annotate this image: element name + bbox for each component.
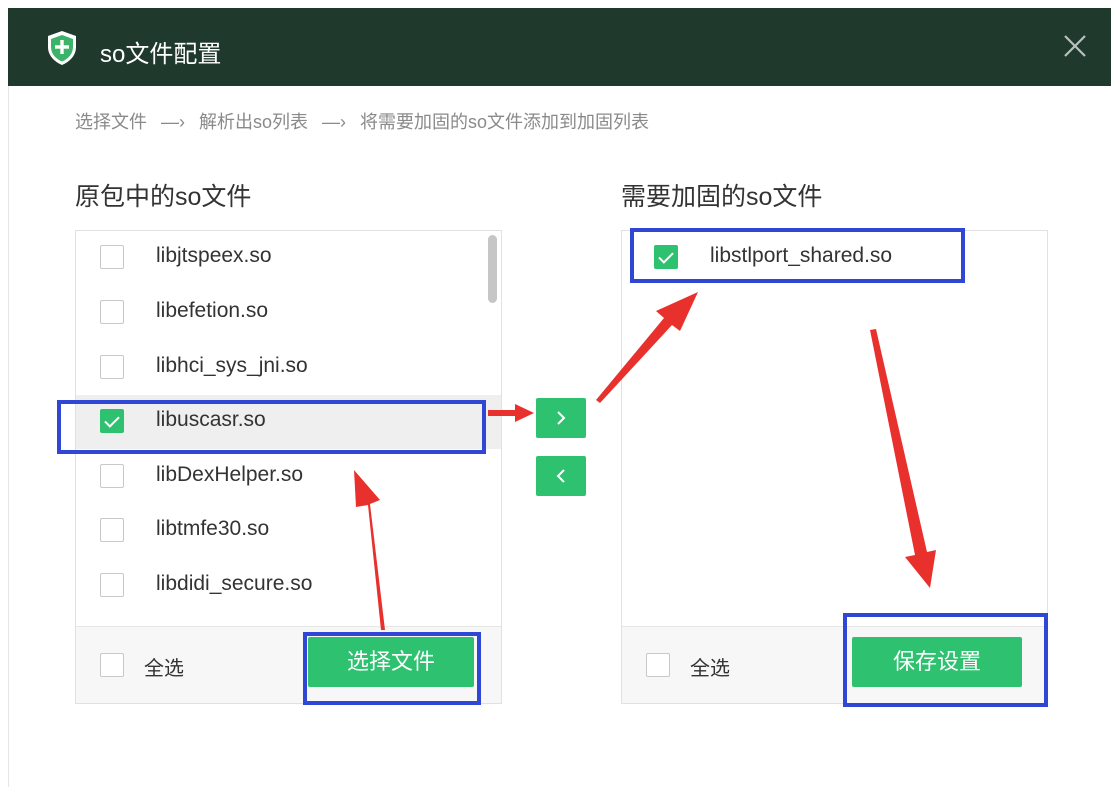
item-name: libjtspeex.so [156, 244, 272, 267]
item-checkbox[interactable] [100, 355, 124, 379]
item-name: libdidi_secure.so [156, 572, 313, 595]
select-all-checkbox[interactable] [646, 653, 670, 677]
move-right-button[interactable] [536, 398, 586, 438]
window-title: so文件配置 [100, 41, 222, 68]
source-so-panel: libjtspeex.so libefetion.so libhci_sys_j… [75, 230, 502, 704]
item-name: libhci_sys_jni.so [156, 354, 308, 377]
target-so-panel: libstlport_shared.so 全选 保存设置 [621, 230, 1048, 704]
list-item[interactable]: libdidi_secure.so [76, 559, 501, 613]
list-item[interactable]: libhci_sys_jni.so [76, 341, 501, 395]
select-all-label[interactable]: 全选 [690, 652, 730, 681]
select-all-label[interactable]: 全选 [144, 652, 184, 681]
list-item[interactable]: libjtspeex.so [76, 231, 501, 285]
target-panel-footer: 全选 保存设置 [622, 626, 1047, 703]
item-checkbox[interactable] [100, 464, 124, 488]
item-checkbox[interactable] [100, 573, 124, 597]
list-scrollbar[interactable] [488, 235, 497, 303]
move-left-button[interactable] [536, 456, 586, 496]
item-name: libDexHelper.so [156, 463, 304, 486]
step-3: 将需要加固的so文件添加到加固列表 [360, 112, 650, 132]
source-panel-footer: 全选 选择文件 [76, 626, 501, 703]
item-checkbox[interactable] [100, 245, 124, 269]
select-file-button[interactable]: 选择文件 [308, 637, 474, 687]
step-1: 选择文件 [75, 112, 147, 132]
close-icon[interactable] [1059, 30, 1091, 62]
select-all-checkbox[interactable] [100, 653, 124, 677]
source-heading: 原包中的so文件 [75, 183, 252, 211]
item-name: libuscasr.so [156, 408, 266, 431]
steps-breadcrumb: 选择文件 —› 解析出so列表 —› 将需要加固的so文件添加到加固列表 [75, 108, 649, 134]
list-item[interactable]: libtmfe30.so [76, 504, 501, 558]
item-checkbox-checked[interactable] [654, 245, 678, 269]
list-item[interactable]: libstlport_shared.so [622, 231, 1047, 285]
save-settings-button[interactable]: 保存设置 [852, 637, 1022, 687]
item-name: libstlport_shared.so [710, 244, 893, 267]
title-bar: so文件配置 [8, 8, 1111, 86]
step-arrow-icon: —› [322, 112, 347, 132]
shield-plus-icon [48, 31, 76, 65]
list-item[interactable]: libDexHelper.so [76, 450, 501, 504]
target-heading: 需要加固的so文件 [621, 183, 823, 211]
chevron-left-icon [556, 469, 565, 483]
list-item-selected[interactable]: libuscasr.so [76, 395, 501, 449]
item-name: libtmfe30.so [156, 517, 270, 540]
chevron-right-icon [557, 411, 566, 425]
step-2: 解析出so列表 [199, 112, 309, 132]
list-item[interactable]: libefetion.so [76, 286, 501, 340]
item-name: libefetion.so [156, 299, 269, 322]
item-checkbox-checked[interactable] [100, 409, 124, 433]
step-arrow-icon: —› [161, 112, 185, 132]
item-checkbox[interactable] [100, 518, 124, 542]
item-checkbox[interactable] [100, 300, 124, 324]
